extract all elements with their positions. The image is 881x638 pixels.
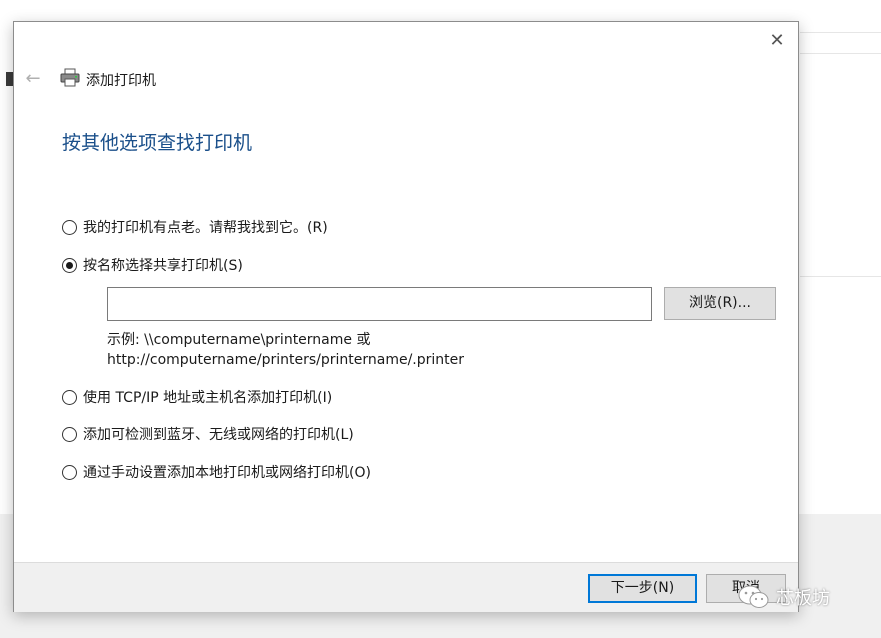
option-label: 添加可检测到蓝牙、无线或网络的打印机(L) [83,427,354,443]
background-strip [800,0,881,33]
watermark-text: 芯板坊 [776,588,830,609]
option-label: 使用 TCP/IP 地址或主机名添加打印机(I) [83,390,333,406]
option-bluetooth-wireless[interactable]: 添加可检测到蓝牙、无线或网络的打印机(L) [62,423,354,445]
option-shared-printer[interactable]: 按名称选择共享打印机(S) [62,254,243,276]
back-arrow-icon[interactable]: ← [22,68,44,90]
browse-button[interactable]: 浏览(R)... [664,287,776,320]
printer-icon [60,68,80,87]
example-line: 示例: \\computername\printername 或 [107,332,371,348]
dialog-footer: 下一步(N) 取消 [14,562,798,612]
option-label: 通过手动设置添加本地打印机或网络打印机(O) [83,465,371,481]
radio-button-selected[interactable] [62,257,77,273]
radio-button[interactable] [62,389,77,405]
radio-button[interactable] [62,426,77,442]
radio-button[interactable] [62,464,77,480]
option-tcpip[interactable]: 使用 TCP/IP 地址或主机名添加打印机(I) [62,386,332,408]
option-printer-old[interactable]: 我的打印机有点老。请帮我找到它。(R) [62,216,328,238]
background-divider [800,53,881,54]
option-label: 按名称选择共享打印机(S) [83,258,243,274]
example-text: 示例: \\computername\printername 或 http://… [107,330,464,370]
shared-printer-name-input[interactable] [107,287,652,321]
page-heading: 按其他选项查找打印机 [62,132,253,154]
next-button[interactable]: 下一步(N) [588,574,697,603]
dialog-title: 添加打印机 [86,73,156,89]
example-line: http://computername/printers/printername… [107,352,465,368]
add-printer-dialog: ✕ ← 添加打印机 按其他选项查找打印机 我的打印机有点老。请帮我找到它。(R)… [13,21,799,612]
watermark: 芯板坊 [738,584,830,610]
background-divider [800,276,881,277]
wechat-icon [738,585,769,608]
option-manual-setup[interactable]: 通过手动设置添加本地打印机或网络打印机(O) [62,461,371,483]
close-icon[interactable]: ✕ [766,30,788,52]
dialog-titlebar: ← 添加打印机 [14,66,798,94]
option-label: 我的打印机有点老。请帮我找到它。(R) [83,220,328,236]
radio-button[interactable] [62,219,77,235]
